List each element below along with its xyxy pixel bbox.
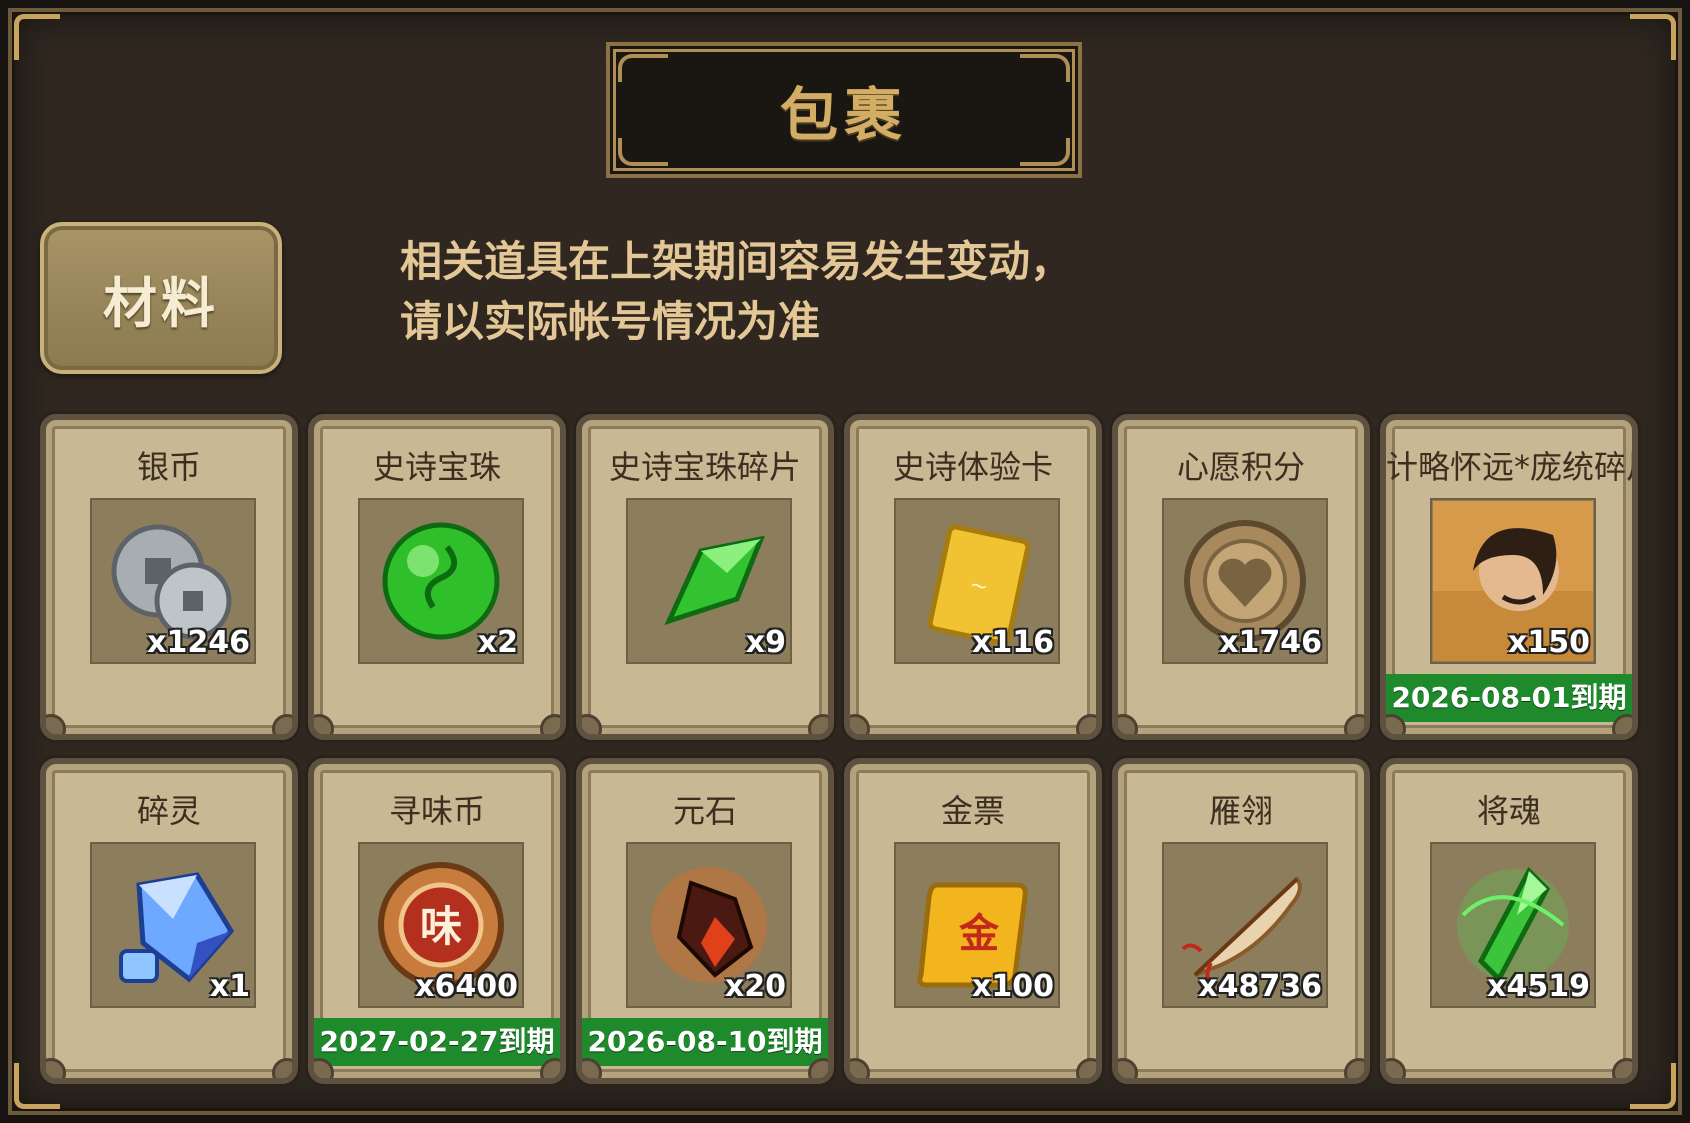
- item-quantity: x1246: [147, 625, 250, 660]
- item-icon-box: x4519: [1430, 842, 1596, 1008]
- item-expiry: 2026-08-01到期: [1386, 674, 1632, 722]
- page-title: 包裹: [779, 81, 908, 149]
- item-icon-box: x1246: [90, 498, 256, 664]
- notice-text: 相关道具在上架期间容易发生变动， 请以实际帐号情况为准: [400, 232, 1160, 352]
- frame-corner-decoration: [14, 14, 60, 60]
- item-name: 雁翎: [1208, 792, 1273, 830]
- item-icon-box: x1: [90, 842, 256, 1008]
- item-card-8[interactable]: 寻味币 味 x6400 2027-02-27到期: [308, 758, 566, 1084]
- item-grid: 银币 x1246 史诗宝珠 x2 史诗宝珠碎片 x9 史诗体验卡 ~ x116 心…: [40, 414, 1650, 1084]
- item-expiry: 2026-08-10到期: [582, 1018, 828, 1066]
- item-quantity: x2: [477, 625, 518, 660]
- item-name: 将魂: [1476, 792, 1541, 830]
- notice-line-1: 相关道具在上架期间容易发生变动，: [400, 237, 1073, 286]
- item-quantity: x150: [1508, 625, 1590, 660]
- item-icon-box: x1746: [1162, 498, 1328, 664]
- item-card-2[interactable]: 史诗宝珠 x2: [308, 414, 566, 740]
- item-quantity: x1746: [1219, 625, 1322, 660]
- item-icon-box: x150: [1430, 498, 1596, 664]
- item-card-10[interactable]: 金票 金 x100: [844, 758, 1102, 1084]
- item-name: 银币: [136, 448, 201, 486]
- item-name: 史诗宝珠碎片: [608, 448, 801, 486]
- item-name: 史诗体验卡: [892, 448, 1053, 486]
- frame-corner-decoration: [1630, 14, 1676, 60]
- item-icon-box: x9: [626, 498, 792, 664]
- item-name: 心愿积分: [1176, 448, 1305, 486]
- item-quantity: x100: [972, 969, 1054, 1004]
- notice-line-2: 请以实际帐号情况为准: [400, 297, 821, 346]
- item-icon-box: 金 x100: [894, 842, 1060, 1008]
- item-card-1[interactable]: 银币 x1246: [40, 414, 298, 740]
- item-card-6[interactable]: 计略怀远*庞统碎片 x150 2026-08-01到期: [1380, 414, 1638, 740]
- item-name: 史诗宝珠: [372, 448, 501, 486]
- item-quantity: x48736: [1198, 969, 1322, 1004]
- item-name: 金票: [940, 792, 1005, 830]
- item-card-7[interactable]: 碎灵 x1: [40, 758, 298, 1084]
- item-card-5[interactable]: 心愿积分 x1746: [1112, 414, 1370, 740]
- item-icon-box: x20: [626, 842, 792, 1008]
- item-card-9[interactable]: 元石 x20 2026-08-10到期: [576, 758, 834, 1084]
- item-card-11[interactable]: 雁翎 x48736: [1112, 758, 1370, 1084]
- item-icon-box: 味 x6400: [358, 842, 524, 1008]
- item-quantity: x116: [972, 625, 1054, 660]
- item-quantity: x1: [209, 969, 250, 1004]
- svg-text:金: 金: [958, 911, 1000, 957]
- item-card-4[interactable]: 史诗体验卡 ~ x116: [844, 414, 1102, 740]
- item-card-3[interactable]: 史诗宝珠碎片 x9: [576, 414, 834, 740]
- item-quantity: x20: [724, 969, 786, 1004]
- item-quantity: x9: [745, 625, 786, 660]
- item-name: 元石: [672, 792, 737, 830]
- item-icon-box: x48736: [1162, 842, 1328, 1008]
- item-icon-box: x2: [358, 498, 524, 664]
- item-name: 计略怀远*庞统碎片: [1386, 448, 1632, 486]
- item-quantity: x4519: [1487, 969, 1590, 1004]
- svg-text:味: 味: [420, 902, 462, 951]
- item-name: 寻味币: [388, 792, 485, 830]
- tab-materials-label: 材料: [103, 271, 219, 335]
- title-plate: 包裹: [606, 42, 1082, 178]
- item-card-12[interactable]: 将魂 x4519: [1380, 758, 1638, 1084]
- item-expiry: 2027-02-27到期: [314, 1018, 560, 1066]
- item-name: 碎灵: [136, 792, 201, 830]
- item-icon-box: ~ x116: [894, 498, 1060, 664]
- tab-materials[interactable]: 材料: [40, 222, 282, 374]
- item-quantity: x6400: [415, 969, 518, 1004]
